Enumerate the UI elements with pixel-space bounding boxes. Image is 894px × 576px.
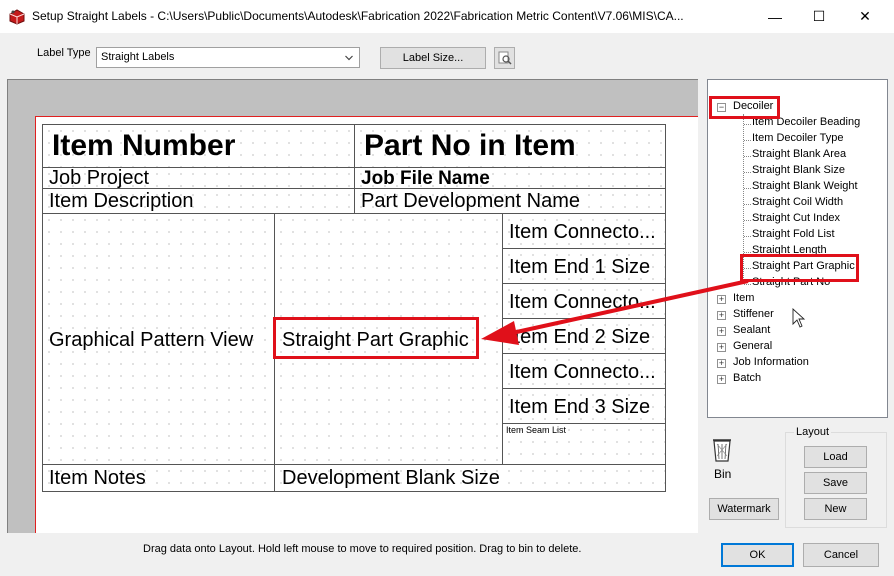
field-item-connector-3[interactable]: Item Connecto... (502, 353, 666, 389)
field-job-file-name[interactable]: Job File Name (354, 167, 666, 189)
status-hint: Drag data onto Layout. Hold left mouse t… (143, 543, 582, 555)
field-label: Item Connecto... (509, 291, 656, 313)
field-item-end-3-size[interactable]: Item End 3 Size (502, 388, 666, 424)
field-item-end-2-size[interactable]: Item End 2 Size (502, 318, 666, 354)
label-type-caption: Label Type (37, 47, 91, 59)
expand-icon[interactable]: + (717, 295, 726, 304)
field-job-project[interactable]: Job Project (42, 167, 355, 189)
expand-icon[interactable]: + (717, 311, 726, 320)
field-label: Development Blank Size (282, 467, 500, 489)
tree-node-collapsed[interactable]: General (733, 340, 772, 352)
window-title: Setup Straight Labels - C:\Users\Public\… (32, 9, 684, 23)
tree-leaf[interactable]: Straight Part No (752, 276, 830, 288)
field-part-development-name[interactable]: Part Development Name (354, 188, 666, 214)
save-button[interactable]: Save (804, 472, 867, 494)
field-label: Item Notes (49, 467, 146, 489)
tree-connector (744, 252, 751, 253)
tree-leaf[interactable]: Straight Part Graphic (752, 260, 855, 272)
field-label: Item Connecto... (509, 221, 656, 243)
tree-node-collapsed[interactable]: Item (733, 292, 754, 304)
field-item-seam-list[interactable]: Item Seam List (502, 423, 666, 465)
field-item-description[interactable]: Item Description (42, 188, 355, 214)
tree-connector (744, 268, 751, 269)
field-label: Item End 1 Size (509, 256, 651, 278)
field-part-no-in-item[interactable]: Part No in Item (354, 124, 666, 168)
field-label: Item Seam List (506, 425, 567, 435)
tree-leaf[interactable]: Straight Fold List (752, 228, 835, 240)
tree-connector (744, 140, 751, 141)
field-label: Item Connecto... (509, 361, 656, 383)
tree-node-decoiler[interactable]: Decoiler (733, 100, 773, 112)
field-item-connector-1[interactable]: Item Connecto... (502, 213, 666, 249)
tree-connector (744, 172, 751, 173)
app-icon (9, 9, 25, 25)
bin-label: Bin (714, 467, 732, 481)
tree-connector (744, 284, 751, 285)
tree-leaf[interactable]: Straight Length (752, 244, 827, 256)
label-size-button[interactable]: Label Size... (380, 47, 486, 69)
tree-connector (744, 188, 751, 189)
close-button[interactable]: ✕ (842, 0, 888, 33)
tree-node-collapsed[interactable]: Sealant (733, 324, 770, 336)
ok-button[interactable]: OK (721, 543, 794, 567)
cancel-button[interactable]: Cancel (803, 543, 879, 567)
field-label: Item End 2 Size (509, 326, 651, 348)
tree-leaf[interactable]: Straight Blank Weight (752, 180, 858, 192)
tree-leaf[interactable]: Item Decoiler Type (752, 132, 844, 144)
tree-node-collapsed[interactable]: Job Information (733, 356, 809, 368)
field-label: Job Project (49, 167, 150, 189)
tree-leaf[interactable]: Straight Cut Index (752, 212, 840, 224)
new-button[interactable]: New (804, 498, 867, 520)
field-label: Part No in Item (364, 129, 576, 162)
field-label: Straight Part Graphic (282, 329, 469, 351)
field-straight-part-graphic[interactable]: Straight Part Graphic (274, 213, 503, 465)
tree-leaf[interactable]: Straight Blank Size (752, 164, 845, 176)
tree-node-collapsed[interactable]: Batch (733, 372, 761, 384)
chevron-down-icon (345, 55, 353, 61)
expand-icon[interactable]: + (717, 359, 726, 368)
field-item-connector-2[interactable]: Item Connecto... (502, 283, 666, 319)
field-label: Job File Name (361, 168, 490, 189)
expand-icon[interactable]: + (717, 343, 726, 352)
tree-leaf[interactable]: Straight Blank Area (752, 148, 846, 160)
field-development-blank-size[interactable]: Development Blank Size (274, 464, 666, 492)
collapse-icon[interactable]: − (717, 103, 726, 112)
tree-connector (744, 156, 751, 157)
tree-leaf[interactable]: Straight Coil Width (752, 196, 843, 208)
maximize-button[interactable]: ☐ (796, 0, 842, 33)
expand-icon[interactable]: + (717, 375, 726, 384)
tree-connector (744, 124, 751, 125)
field-label: Graphical Pattern View (49, 329, 254, 351)
field-item-notes[interactable]: Item Notes (42, 464, 275, 492)
tree-connector (744, 236, 751, 237)
bin-icon[interactable] (710, 435, 734, 463)
tree-connector (744, 204, 751, 205)
field-item-number[interactable]: Item Number (42, 124, 355, 168)
field-label: Part Development Name (361, 190, 580, 212)
tree-connector (744, 220, 751, 221)
preview-button[interactable] (494, 47, 515, 69)
minimize-button[interactable]: — (752, 0, 798, 33)
data-field-tree[interactable]: − Decoiler Item Decoiler Beading Item Decoi… (707, 79, 888, 418)
watermark-button[interactable]: Watermark (709, 498, 779, 520)
field-label: Item Description (49, 190, 194, 212)
magnifier-page-icon (498, 51, 512, 65)
expand-icon[interactable]: + (717, 327, 726, 336)
tree-node-collapsed[interactable]: Stiffener (733, 308, 774, 320)
field-item-end-1-size[interactable]: Item End 1 Size (502, 248, 666, 284)
field-graphical-pattern-view[interactable]: Graphical Pattern View (42, 213, 275, 465)
title-bar: Setup Straight Labels - C:\Users\Public\… (0, 0, 894, 33)
label-type-select[interactable]: Straight Labels (96, 47, 360, 68)
load-button[interactable]: Load (804, 446, 867, 468)
field-label: Item Number (52, 129, 236, 162)
label-type-value: Straight Labels (101, 51, 175, 63)
field-label: Item End 3 Size (509, 396, 651, 418)
tree-leaf[interactable]: Item Decoiler Beading (752, 116, 860, 128)
layout-group-title: Layout (794, 426, 832, 438)
